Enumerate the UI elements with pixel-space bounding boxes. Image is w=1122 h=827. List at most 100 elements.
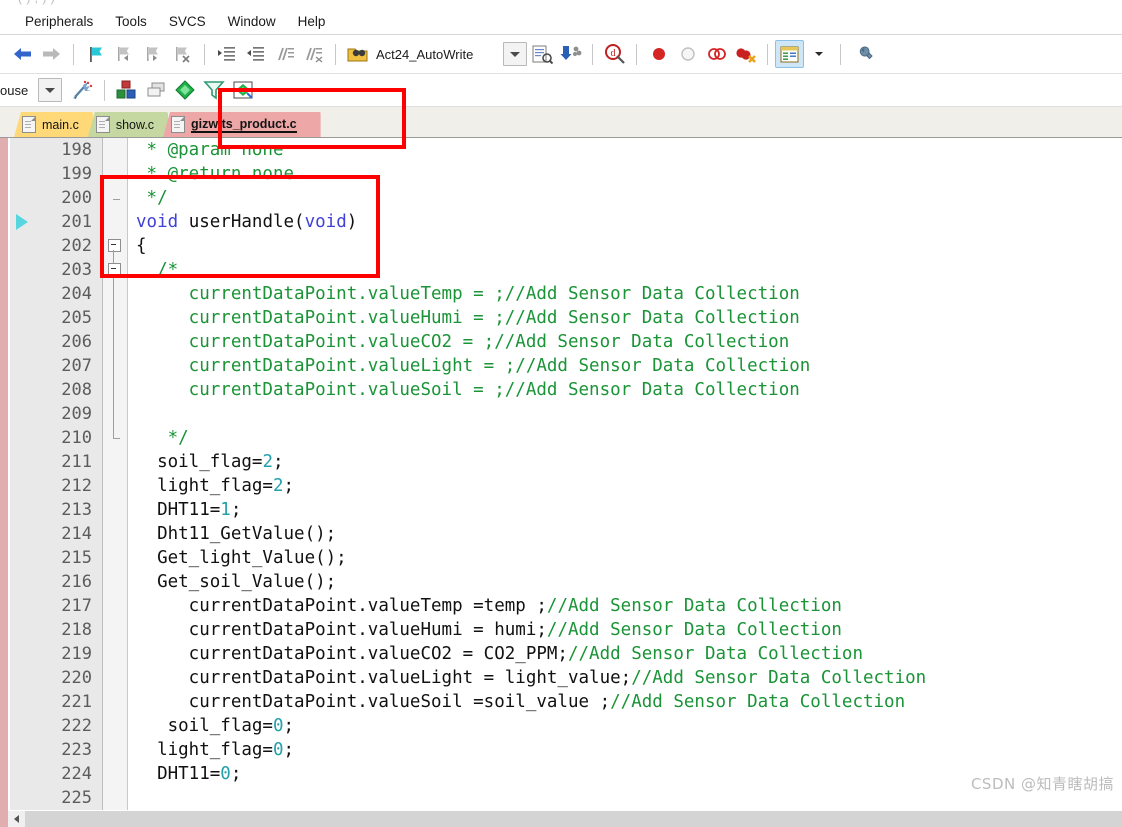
menu-item-peripherals[interactable]: Peripherals: [14, 12, 104, 31]
code-token: soil_flag=: [136, 716, 273, 736]
scrollbar-track[interactable]: [25, 810, 1122, 827]
toolbar-separator: [767, 43, 768, 65]
tab-gizwits-product-c[interactable]: gizwits_product.c: [163, 112, 321, 137]
code-line[interactable]: light_flag=0;: [128, 738, 1122, 762]
code-token: //Add Sensor Data Collection: [610, 692, 906, 712]
code-line[interactable]: light_flag=2;: [128, 474, 1122, 498]
chevron-down-icon[interactable]: [503, 42, 527, 66]
bookmark-previous-icon[interactable]: [110, 40, 139, 68]
code-line[interactable]: [128, 402, 1122, 426]
code-line[interactable]: currentDataPoint.valueSoil = ;//Add Sens…: [128, 378, 1122, 402]
filter-icon[interactable]: [199, 76, 228, 104]
code-line[interactable]: currentDataPoint.valueHumi = ;//Add Sens…: [128, 306, 1122, 330]
code-line[interactable]: DHT11=1;: [128, 498, 1122, 522]
code-token: Get_soil_Value();: [136, 572, 337, 592]
manage-project-items-icon[interactable]: [527, 40, 556, 68]
code-line[interactable]: Get_light_Value();: [128, 546, 1122, 570]
code-token: {: [136, 236, 147, 256]
code-line[interactable]: currentDataPoint.valueSoil =soil_value ;…: [128, 690, 1122, 714]
start-debug-session-icon[interactable]: d: [600, 40, 629, 68]
code-line[interactable]: currentDataPoint.valueCO2 = ;//Add Senso…: [128, 330, 1122, 354]
code-line[interactable]: soil_flag=2;: [128, 450, 1122, 474]
code-line[interactable]: * @param none: [128, 138, 1122, 162]
code-token: currentDataPoint.valueLight = ;//Add Sen…: [136, 356, 811, 376]
code-editor[interactable]: 198 199 200 201 202 203 204 205 206 207 208 209 210 2…: [0, 138, 1122, 814]
code-line[interactable]: soil_flag=0;: [128, 714, 1122, 738]
build-target-icon[interactable]: [112, 76, 141, 104]
project-window-icon[interactable]: [775, 40, 804, 68]
bookmark-clear-icon[interactable]: [168, 40, 197, 68]
project-target-name: Act24_AutoWrite: [376, 46, 474, 62]
code-line[interactable]: */: [128, 426, 1122, 450]
secondary-toolbar-buttons: [38, 75, 257, 105]
menu-item-window[interactable]: Window: [217, 12, 287, 31]
bookmark-next-icon[interactable]: [139, 40, 168, 68]
configuration-wizard-icon[interactable]: [68, 76, 97, 104]
code-line[interactable]: currentDataPoint.valueHumi = humi;//Add …: [128, 618, 1122, 642]
window-top-cutoff: ( ) , ) ): [0, 0, 1122, 8]
code-token: Get_light_Value();: [136, 548, 347, 568]
batch-build-icon[interactable]: [556, 40, 585, 68]
code-text-area[interactable]: * @param none * @return none */void user…: [128, 138, 1122, 814]
translate-file-icon[interactable]: [170, 76, 199, 104]
code-token: ;: [230, 764, 242, 784]
back-arrow-icon[interactable]: [8, 40, 37, 68]
scroll-left-button[interactable]: [8, 810, 25, 827]
indent-icon[interactable]: [212, 40, 241, 68]
line-number: 215: [61, 548, 92, 568]
fold-box-function[interactable]: [108, 239, 121, 252]
chevron-down-icon[interactable]: [804, 40, 833, 68]
fold-box-comment[interactable]: [108, 263, 121, 276]
line-number: 200: [61, 188, 92, 208]
code-line[interactable]: currentDataPoint.valueTemp =temp ;//Add …: [128, 594, 1122, 618]
fold-tick: [113, 438, 120, 439]
code-line[interactable]: currentDataPoint.valueTemp = ;//Add Sens…: [128, 282, 1122, 306]
code-token: currentDataPoint.valueTemp = ;//Add Sens…: [136, 284, 800, 304]
tab-main-c[interactable]: main.c: [14, 112, 93, 137]
configure-wizard-icon[interactable]: [848, 40, 877, 68]
fold-line: [113, 274, 114, 438]
menu-item-help[interactable]: Help: [287, 12, 337, 31]
keil-uvision-window: ( ) , ) ) Peripherals Tools SVCS Window …: [0, 0, 1122, 827]
kill-all-breakpoints-icon[interactable]: [702, 40, 731, 68]
line-number: 219: [61, 644, 92, 664]
code-line[interactable]: {: [128, 234, 1122, 258]
code-token: ;: [272, 452, 284, 472]
bookmark-toggle-icon[interactable]: [81, 40, 110, 68]
bookmark-marker-icon: [16, 214, 28, 230]
outdent-icon[interactable]: [241, 40, 270, 68]
line-number: 209: [61, 404, 92, 424]
chevron-down-icon[interactable]: [38, 78, 63, 102]
project-target-combo[interactable]: Act24_AutoWrite: [376, 42, 527, 66]
comment-lines-icon[interactable]: [270, 40, 299, 68]
code-line[interactable]: * @return none: [128, 162, 1122, 186]
rebuild-all-icon[interactable]: [141, 76, 170, 104]
code-token: 0: [272, 740, 284, 760]
code-line[interactable]: */: [128, 186, 1122, 210]
code-line[interactable]: currentDataPoint.valueCO2 = CO2_PPM;//Ad…: [128, 642, 1122, 666]
line-number: 202: [61, 236, 92, 256]
code-line[interactable]: void userHandle(void): [128, 210, 1122, 234]
disable-breakpoint-icon[interactable]: [673, 40, 702, 68]
c-file-icon: [95, 116, 110, 133]
insert-breakpoint-icon[interactable]: [644, 40, 673, 68]
tab-show-c[interactable]: show.c: [87, 112, 169, 137]
forward-arrow-icon[interactable]: [37, 40, 66, 68]
code-line[interactable]: /*: [128, 258, 1122, 282]
uncomment-lines-icon[interactable]: [299, 40, 328, 68]
target-options-icon[interactable]: [343, 40, 372, 68]
code-token: currentDataPoint.valueCO2 = ;//Add Senso…: [136, 332, 790, 352]
code-line[interactable]: Dht11_GetValue();: [128, 522, 1122, 546]
menu-item-tools[interactable]: Tools: [104, 12, 158, 31]
code-line[interactable]: Get_soil_Value();: [128, 570, 1122, 594]
code-token: 1: [220, 500, 231, 520]
line-number: 207: [61, 356, 92, 376]
stop-build-icon[interactable]: [228, 76, 257, 104]
horizontal-scrollbar[interactable]: [0, 810, 1122, 827]
disable-all-breakpoints-icon[interactable]: [731, 40, 760, 68]
line-number: 213: [61, 500, 92, 520]
code-line[interactable]: currentDataPoint.valueLight = light_valu…: [128, 666, 1122, 690]
menu-item-svcs[interactable]: SVCS: [158, 12, 217, 31]
code-folding-column[interactable]: [103, 138, 128, 814]
code-line[interactable]: currentDataPoint.valueLight = ;//Add Sen…: [128, 354, 1122, 378]
